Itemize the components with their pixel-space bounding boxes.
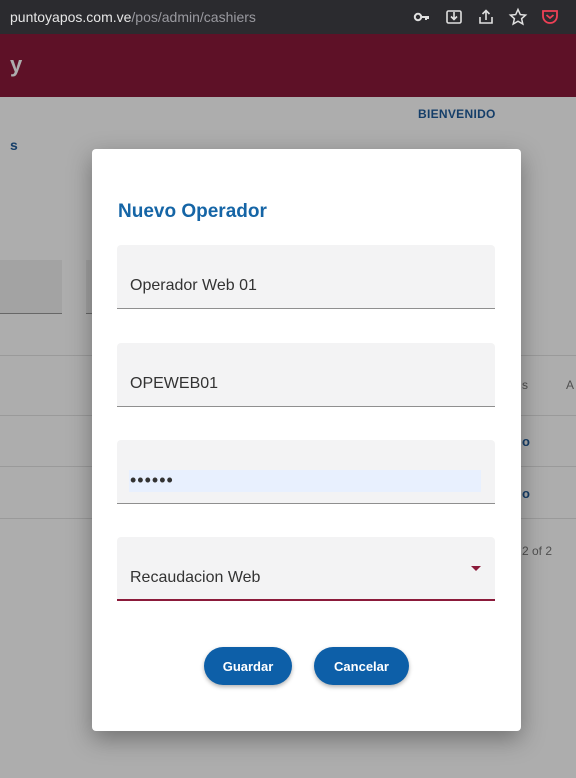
share-icon[interactable] <box>476 7 496 27</box>
operator-group-value: Recaudacion Web <box>130 569 261 586</box>
browser-toolbar: puntoyapos.com.ve/pos/admin/cashiers <box>0 0 576 34</box>
install-icon[interactable] <box>444 7 464 27</box>
operator-name-field[interactable]: Operador Web 01 <box>117 245 495 309</box>
operator-username-field[interactable]: OPEWEB01 <box>117 343 495 407</box>
operator-name-value: Operador Web 01 <box>130 277 257 294</box>
autofill-highlight <box>129 470 481 492</box>
key-icon[interactable] <box>412 7 432 27</box>
pocket-icon[interactable] <box>540 7 560 27</box>
dialog-title: Nuevo Operador <box>118 201 267 222</box>
new-operator-dialog: Nuevo Operador Operador Web 01 OPEWEB01 … <box>92 149 521 731</box>
url-host: puntoyapos.com.ve <box>10 9 132 25</box>
operator-username-value: OPEWEB01 <box>130 375 219 392</box>
operator-password-field[interactable]: •••••• <box>117 440 495 504</box>
dropdown-arrow-icon[interactable] <box>471 566 481 571</box>
star-icon[interactable] <box>508 7 528 27</box>
cancel-button[interactable]: Cancelar <box>314 647 409 685</box>
operator-group-select[interactable]: Recaudacion Web <box>117 537 495 601</box>
operator-password-value: •••••• <box>130 470 174 490</box>
url-path: /pos/admin/cashiers <box>131 9 256 25</box>
save-button[interactable]: Guardar <box>204 647 292 685</box>
address-bar[interactable]: puntoyapos.com.ve/pos/admin/cashiers <box>10 9 256 25</box>
